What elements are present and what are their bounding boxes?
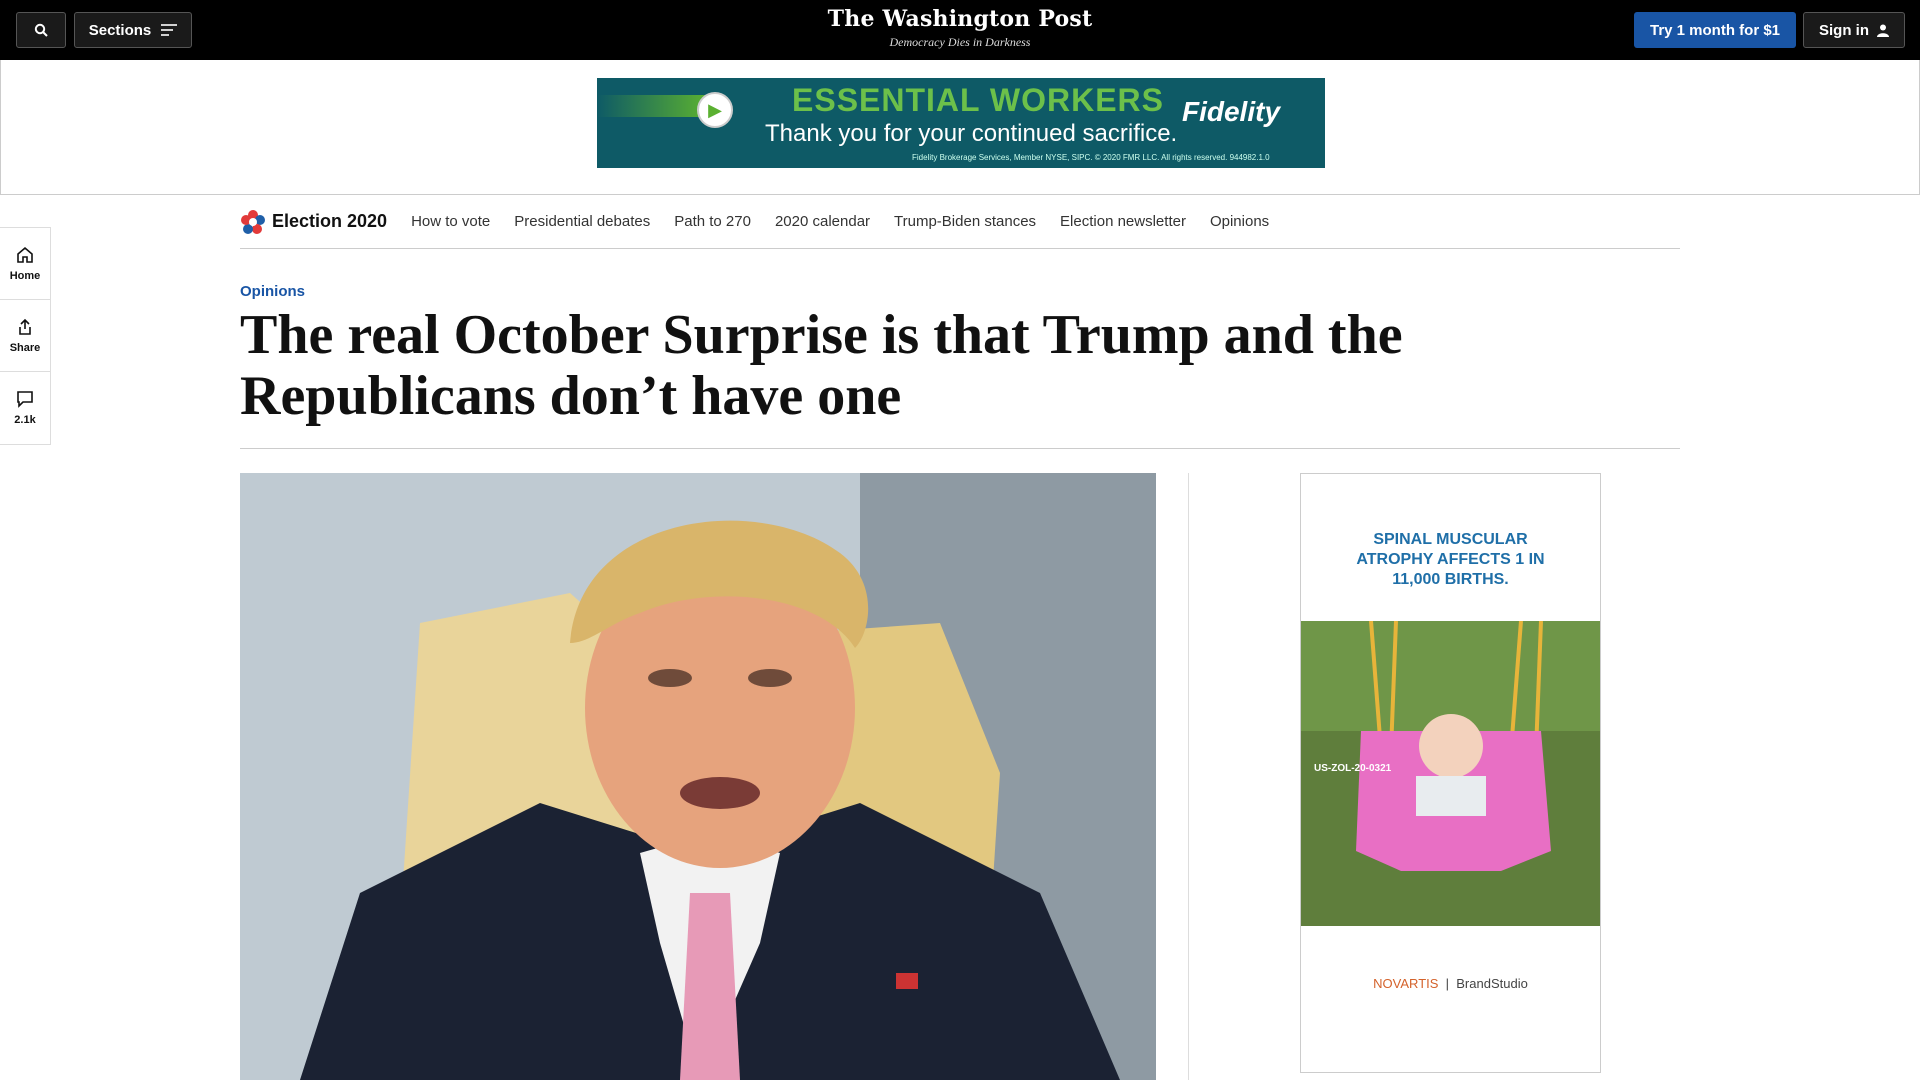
comments-button[interactable]: 2.1k: [0, 372, 50, 444]
article-headline: The real October Surprise is that Trump …: [240, 305, 1680, 427]
share-label: Share: [9, 341, 41, 354]
top-ad-container: ▶ ESSENTIAL WORKERS Thank you for your c…: [0, 60, 1920, 195]
sidebar-ad-footer: NOVARTIS | BrandStudio: [1373, 976, 1528, 991]
election-nav-item-opinions[interactable]: Opinions: [1210, 213, 1269, 230]
play-arrow-icon: ▶: [697, 92, 733, 128]
comments-count: 2.1k: [14, 414, 36, 426]
site-header: Sections The Washington Post Democracy D…: [0, 0, 1920, 60]
election-nav: Election 2020 How to vote Presidential d…: [240, 195, 1680, 249]
election-nav-item-2020-calendar[interactable]: 2020 calendar: [775, 213, 870, 230]
site-logo[interactable]: The Washington Post Democracy Dies in Da…: [0, 6, 1920, 50]
home-icon: [17, 246, 33, 263]
election-nav-item-election-newsletter[interactable]: Election newsletter: [1060, 213, 1186, 230]
portrait-illustration: [240, 473, 1156, 1080]
logo-tagline: Democracy Dies in Darkness: [889, 35, 1031, 49]
election-nav-item-presidential-debates[interactable]: Presidential debates: [514, 213, 650, 230]
headline-line-1: The real October Surprise is that Trump …: [240, 304, 1403, 366]
sidebar-ad-headline-line-1: SPINAL MUSCULAR: [1373, 531, 1528, 548]
left-action-rail: Home Share 2.1k: [0, 227, 51, 445]
ad-subline: Thank you for your continued sacrifice.: [765, 120, 1178, 147]
article-kicker[interactable]: Opinions: [240, 283, 305, 300]
sign-in-button[interactable]: Sign in: [1803, 12, 1905, 48]
sidebar-ad-headline-line-3: 11,000 BIRTHS.: [1392, 571, 1509, 588]
ad-brand: Fidelity: [1182, 96, 1281, 127]
sidebar-ad-headline: SPINAL MUSCULAR ATROPHY AFFECTS 1 IN 11,…: [1301, 530, 1600, 590]
share-icon: [19, 318, 31, 335]
comment-icon: [17, 391, 33, 408]
election-nav-item-path-to-270[interactable]: Path to 270: [674, 213, 751, 230]
subscribe-button[interactable]: Try 1 month for $1: [1634, 12, 1796, 48]
fidelity-banner-ad[interactable]: ▶ ESSENTIAL WORKERS Thank you for your c…: [597, 78, 1325, 168]
election-nav-item-trump-biden-stances[interactable]: Trump-Biden stances: [894, 213, 1036, 230]
ad-green-bar: [597, 95, 707, 117]
home-button[interactable]: Home: [0, 228, 50, 300]
ad-headline: ESSENTIAL WORKERS: [792, 82, 1164, 118]
user-icon: [1877, 24, 1889, 37]
ad-fineprint: Fidelity Brokerage Services, Member NYSE…: [912, 153, 1270, 162]
share-button[interactable]: Share: [0, 300, 50, 372]
article-lead-photo[interactable]: [240, 473, 1156, 1080]
election-nav-title[interactable]: Election 2020: [272, 211, 387, 232]
headline-line-2: Republicans don’t have one: [240, 365, 902, 427]
sidebar-ad-code: US-ZOL-20-0321: [1314, 763, 1392, 774]
novartis-logo: NOVARTIS: [1373, 976, 1439, 991]
sidebar-ad[interactable]: SPINAL MUSCULAR ATROPHY AFFECTS 1 IN 11,…: [1300, 473, 1601, 1073]
headline-divider: [240, 448, 1680, 449]
election-nav-item-how-to-vote[interactable]: How to vote: [411, 213, 490, 230]
home-label: Home: [9, 269, 41, 282]
column-divider: [1188, 473, 1189, 1080]
election-star-icon[interactable]: [240, 209, 266, 235]
logo-name: The Washington Post: [827, 6, 1093, 32]
brand-studio-logo: BrandStudio: [1456, 976, 1528, 991]
sidebar-ad-headline-line-2: ATROPHY AFFECTS 1 IN: [1356, 551, 1545, 568]
sign-in-label: Sign in: [1819, 21, 1869, 39]
